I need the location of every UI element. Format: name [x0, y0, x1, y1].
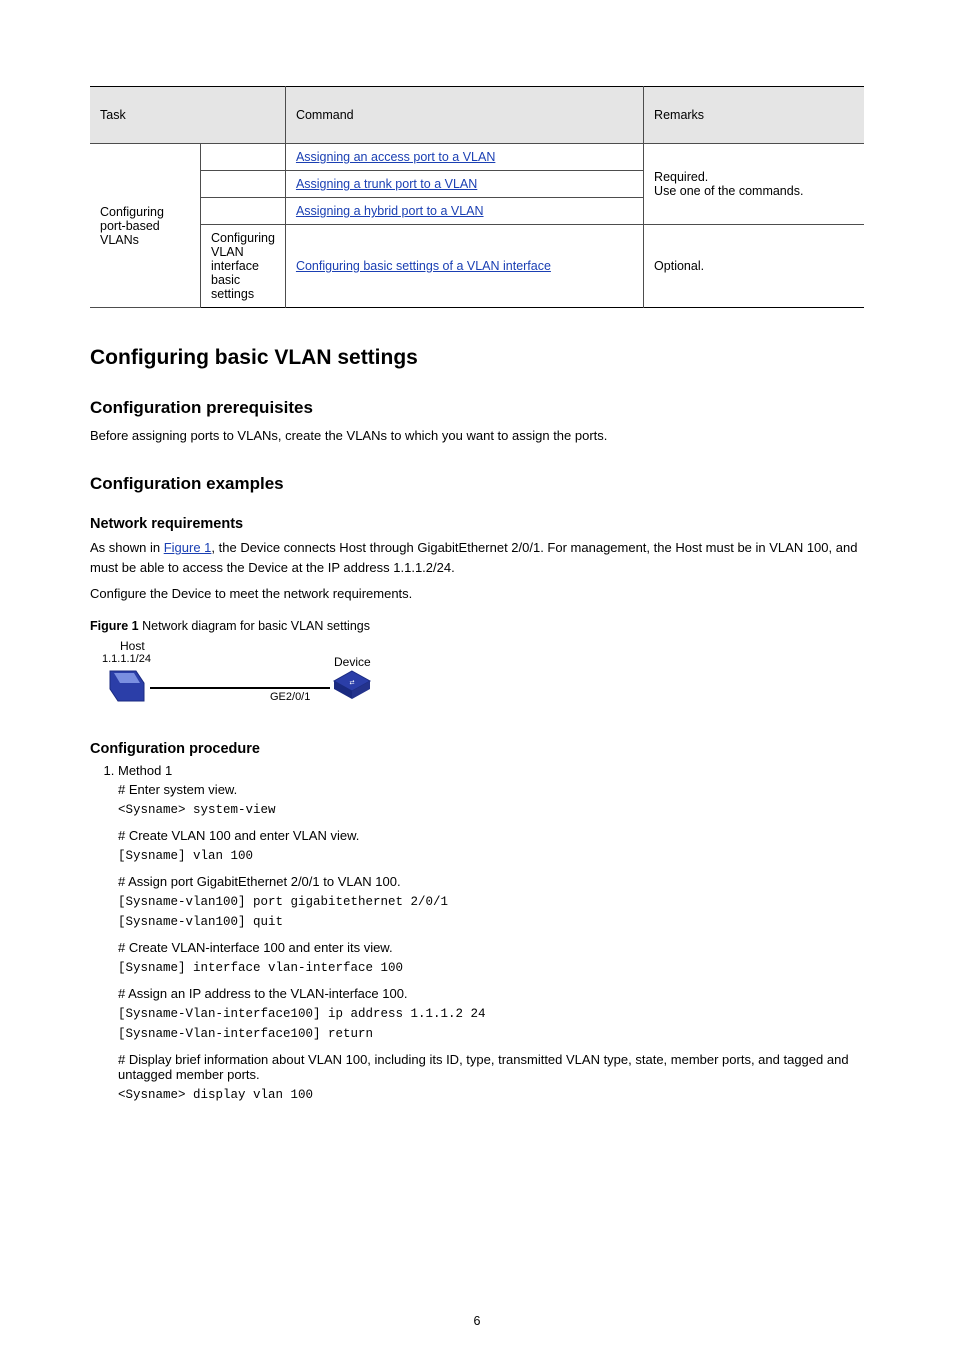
- cell-cmd: Assigning an access port to a VLAN: [285, 144, 643, 171]
- text-span: As shown in: [90, 540, 164, 555]
- link-trunk-port[interactable]: Assigning a trunk port to a VLAN: [296, 177, 477, 191]
- step-desc: # Create VLAN-interface 100 and enter it…: [118, 940, 864, 955]
- figcap-bold: Figure 1: [90, 619, 139, 633]
- cli-block: <Sysname> system-view: [118, 801, 864, 820]
- page-number: 6: [0, 1314, 954, 1328]
- cell-remarks: Optional.: [644, 225, 864, 308]
- cell-cmd: Assigning a trunk port to a VLAN: [285, 171, 643, 198]
- cli-block: [Sysname] interface vlan-interface 100: [118, 959, 864, 978]
- col-task: Task: [90, 87, 285, 144]
- link-access-port[interactable]: Assigning an access port to a VLAN: [296, 150, 495, 164]
- link-figure1[interactable]: Figure 1: [164, 540, 212, 555]
- cli-block: [Sysname-Vlan-interface100] ip address 1…: [118, 1005, 864, 1044]
- col-remarks: Remarks: [644, 87, 864, 144]
- host-icon: [106, 665, 154, 709]
- cli-block: <Sysname> display vlan 100: [118, 1086, 864, 1105]
- diagram-port-label: GE2/0/1: [270, 691, 310, 703]
- para-config-device: Configure the Device to meet the network…: [90, 584, 864, 604]
- heading-basic-vlan: Configuring basic VLAN settings: [90, 346, 864, 370]
- procedure-step-1: Method 1 # Enter system view. <Sysname> …: [118, 763, 864, 1106]
- col-command: Command: [285, 87, 643, 144]
- cli-block: [Sysname-vlan100] port gigabitethernet 2…: [118, 893, 864, 932]
- step-desc: # Display brief information about VLAN 1…: [118, 1052, 864, 1082]
- link-vlan-interface[interactable]: Configuring basic settings of a VLAN int…: [296, 259, 551, 273]
- cell-task-settings: Configuring VLAN interface basic setting…: [201, 225, 286, 308]
- link-hybrid-port[interactable]: Assigning a hybrid port to a VLAN: [296, 204, 484, 218]
- diagram-device-label: Device: [334, 655, 371, 669]
- para-net-req: As shown in Figure 1, the Device connect…: [90, 538, 864, 578]
- figure-caption: Figure 1 Network diagram for basic VLAN …: [90, 619, 864, 633]
- diagram-host-ip: 1.1.1.1/24: [102, 653, 151, 665]
- cell-cmd: Assigning a hybrid port to a VLAN: [285, 198, 643, 225]
- config-table: Task Command Remarks Configuring port-ba…: [90, 86, 864, 308]
- cell-spacer: [201, 144, 286, 171]
- diagram-host-label: Host: [120, 639, 145, 653]
- step-desc: # Assign port GigabitEthernet 2/0/1 to V…: [118, 874, 864, 889]
- cell-spacer: [201, 198, 286, 225]
- step-label: Method 1: [118, 763, 172, 778]
- step-desc: # Enter system view.: [118, 782, 864, 797]
- svg-text:⇄: ⇄: [349, 679, 354, 686]
- device-icon: ⇄: [332, 669, 372, 703]
- cli-block: [Sysname] vlan 100: [118, 847, 864, 866]
- step-desc: # Assign an IP address to the VLAN-inter…: [118, 986, 864, 1001]
- network-diagram: Host 1.1.1.1/24 GE2/0/1 Device ⇄: [100, 639, 380, 719]
- heading-prereq: Configuration prerequisites: [90, 398, 864, 418]
- figcap-rest: Network diagram for basic VLAN settings: [139, 619, 370, 633]
- step-desc: # Create VLAN 100 and enter VLAN view.: [118, 828, 864, 843]
- cell-cmd: Configuring basic settings of a VLAN int…: [285, 225, 643, 308]
- heading-proc: Configuration procedure: [90, 741, 864, 757]
- para-prereq: Before assigning ports to VLANs, create …: [90, 426, 864, 446]
- heading-examples: Configuration examples: [90, 474, 864, 494]
- procedure-list: Method 1 # Enter system view. <Sysname> …: [90, 763, 864, 1106]
- cell-spacer: [201, 171, 286, 198]
- heading-net-req: Network requirements: [90, 516, 864, 532]
- cell-remarks: Required. Use one of the commands.: [644, 144, 864, 225]
- cell-task-group: Configuring port-based VLANs: [90, 144, 201, 308]
